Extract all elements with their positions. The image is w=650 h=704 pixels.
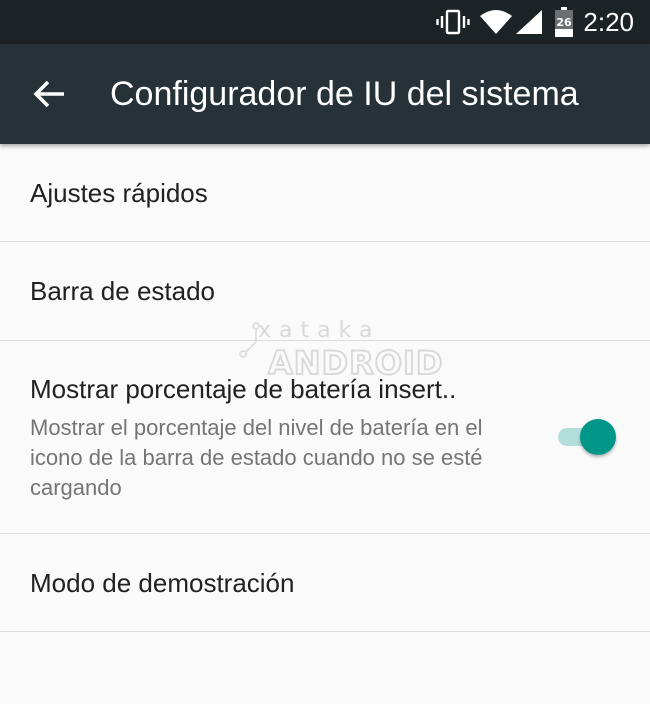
status-time: 2:20: [583, 7, 634, 37]
battery-icon: 26: [555, 7, 573, 42]
battery-percentage-toggle[interactable]: [556, 418, 616, 455]
battery-level-text: 26: [556, 16, 572, 29]
xataka-android-watermark: xataka ANDROID: [238, 318, 443, 388]
back-button[interactable]: [30, 74, 70, 114]
arrow-left-icon: [33, 80, 64, 108]
page-title: Configurador de IU del sistema: [110, 75, 579, 113]
setting-title: Ajustes rápidos: [30, 178, 208, 208]
app-bar: Configurador de IU del sistema: [0, 44, 650, 144]
toggle-thumb: [580, 419, 616, 455]
status-bar: 26 2:20: [0, 0, 650, 44]
watermark-line1: xataka: [258, 318, 381, 343]
setting-title: Barra de estado: [30, 276, 216, 306]
setting-summary: Mostrar el porcentaje del nivel de bater…: [30, 415, 483, 500]
setting-quick-settings[interactable]: Ajustes rápidos: [0, 144, 650, 242]
watermark-line2: ANDROID: [267, 343, 444, 383]
setting-title: Modo de demostración: [30, 568, 295, 598]
vibrate-icon: [436, 8, 470, 41]
setting-demo-mode[interactable]: Modo de demostración: [0, 534, 650, 632]
wifi-icon: [480, 10, 512, 39]
cell-signal-icon: [516, 10, 542, 39]
settings-list: Ajustes rápidos Barra de estado Mostrar …: [0, 144, 650, 632]
